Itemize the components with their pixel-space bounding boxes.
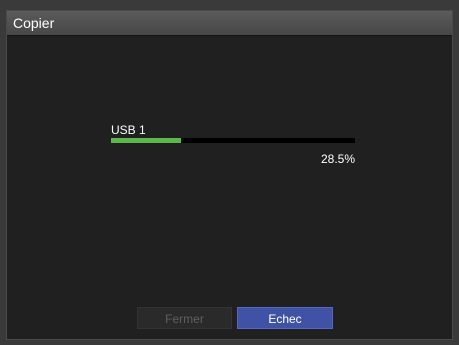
copy-dialog: Copier USB 1 28.5% Fermer Echec: [6, 10, 453, 340]
dialog-title-bar: Copier: [7, 11, 452, 36]
fail-button[interactable]: Echec: [237, 307, 333, 329]
close-button[interactable]: Fermer: [137, 307, 232, 329]
dialog-title: Copier: [13, 15, 55, 31]
progress-percent-text: 28.5%: [320, 152, 355, 166]
device-label: USB 1: [111, 123, 146, 137]
copy-progress-bar: [111, 138, 355, 143]
screen-background: Copier USB 1 28.5% Fermer Echec: [0, 0, 459, 345]
copy-progress-fill: [111, 138, 181, 143]
